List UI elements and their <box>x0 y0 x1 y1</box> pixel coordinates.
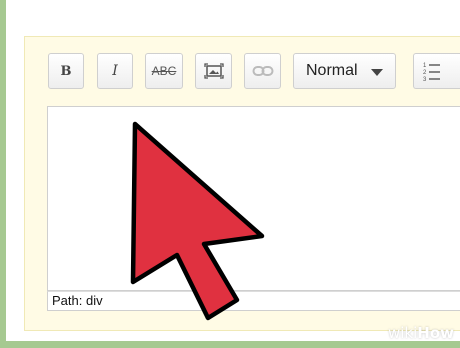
mouse-pointer-icon <box>130 121 265 321</box>
watermark-how-text: How <box>417 324 454 342</box>
wikihow-watermark: wiki How <box>388 322 454 344</box>
watermark-wiki-text: wiki <box>387 324 418 342</box>
